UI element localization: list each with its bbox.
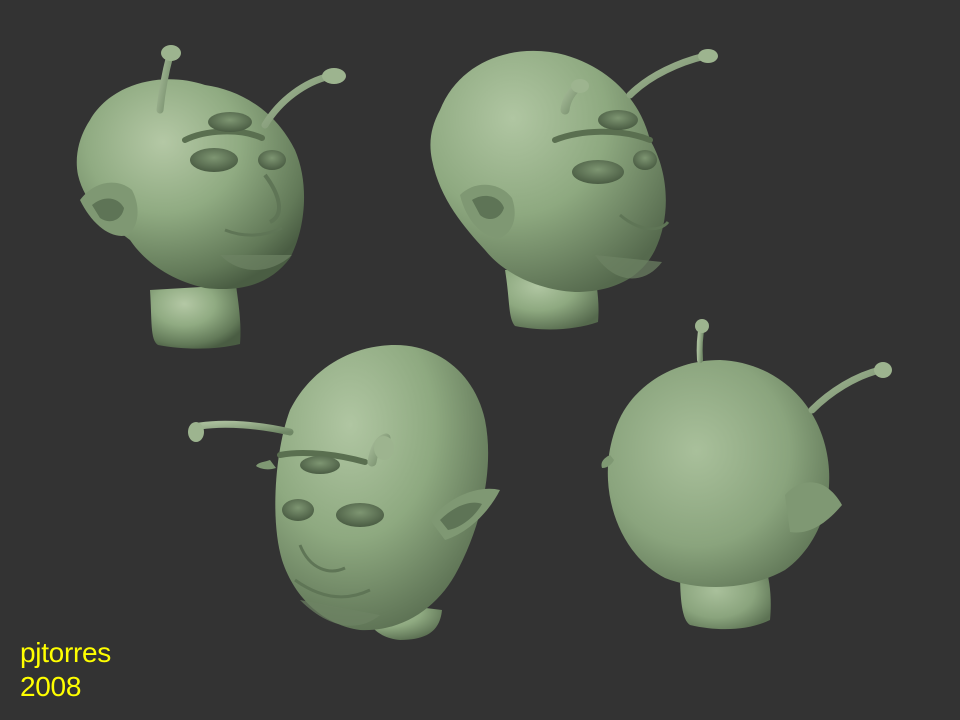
- alien-head-view-1: [76, 45, 346, 349]
- alien-head-view-3: [188, 345, 500, 640]
- artist-signature: pjtorres 2008: [20, 636, 111, 704]
- alien-head-renders: [76, 45, 892, 640]
- alien-head-view-4: [601, 319, 892, 630]
- alien-head-view-2: [430, 49, 718, 330]
- signature-year: 2008: [20, 671, 82, 702]
- signature-author: pjtorres: [20, 637, 111, 668]
- sculpt-render-canvas: pjtorres 2008: [0, 0, 960, 720]
